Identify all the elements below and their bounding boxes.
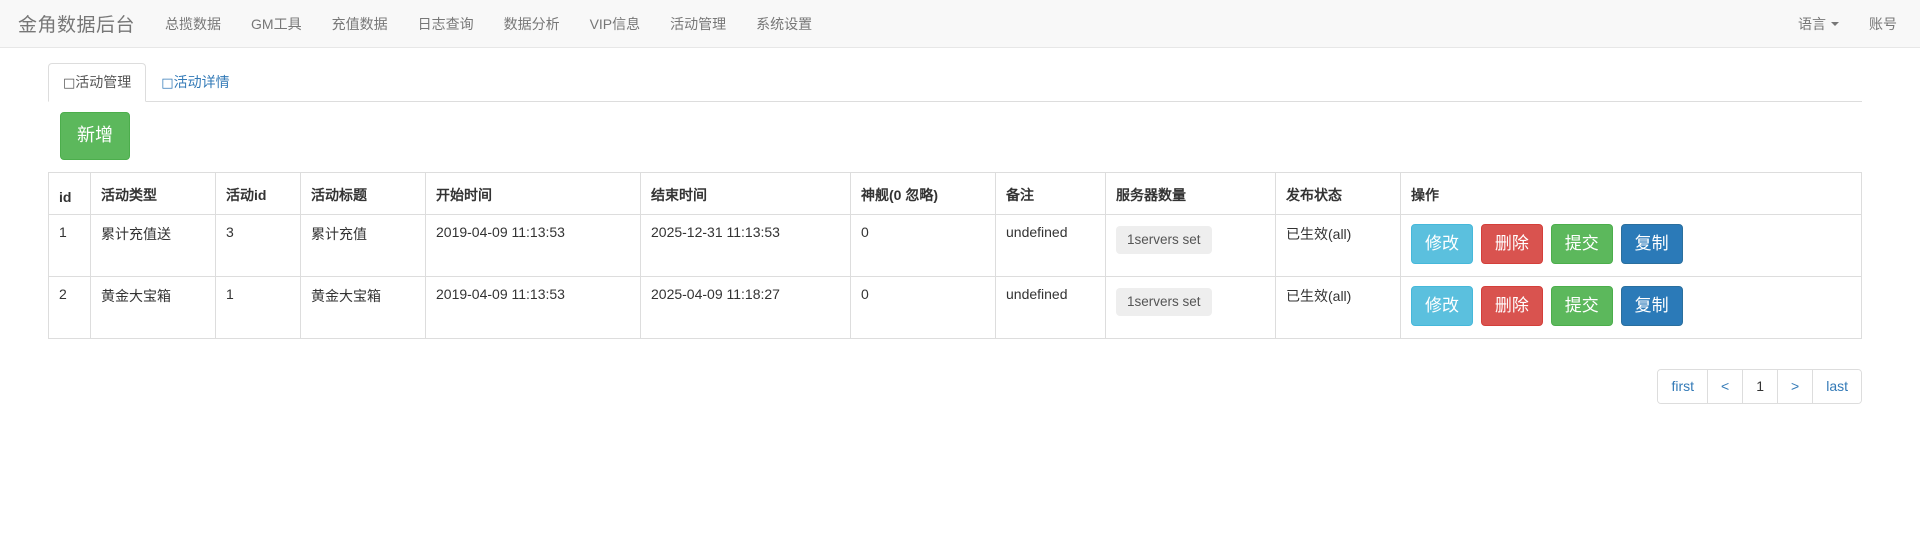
cell-publish-status: 已生效(all) [1275,275,1401,339]
nav-item-overview[interactable]: 总揽数据 [150,0,236,47]
activity-table: id 活动类型 活动id 活动标题 开始时间 结束时间 神舰(0 忽略) 备注 … [48,171,1862,339]
cell-id: 2 [48,275,91,339]
server-count-badge[interactable]: 1servers set [1116,225,1212,254]
page-next-button[interactable]: > [1778,369,1814,404]
header-server-count: 服务器数量 [1105,171,1276,215]
header-activity-id: 活动id [215,171,301,215]
header-start-time: 开始时间 [425,171,641,215]
chevron-down-icon [1831,21,1839,26]
app-brand[interactable]: 金角数据后台 [0,0,150,47]
tab-activity-detail[interactable]: □活动详情 [146,63,244,102]
page-body: □活动管理 □活动详情 新增 id 活动类型 活动id 活动标题 开始时间 结束… [0,62,1920,405]
nav-item-activity[interactable]: 活动管理 [655,0,741,47]
header-id: id [48,171,91,215]
pagination-row: first < 1 > last [48,368,1862,405]
cell-start-time: 2019-04-09 11:13:53 [425,275,641,339]
table-header-row: id 活动类型 活动id 活动标题 开始时间 结束时间 神舰(0 忽略) 备注 … [48,171,1862,215]
nav-item-analytics[interactable]: 数据分析 [489,0,575,47]
cell-activity-id: 1 [215,275,301,339]
table-row: 2 黄金大宝箱 1 黄金大宝箱 2019-04-09 11:13:53 2025… [48,275,1862,339]
cell-publish-status: 已生效(all) [1275,213,1401,277]
nav-item-vip[interactable]: VIP信息 [575,0,656,47]
language-label: 语言 [1798,15,1826,32]
cell-end-time: 2025-04-09 11:18:27 [640,275,851,339]
edit-button[interactable]: 修改 [1411,285,1473,326]
cell-ship: 0 [850,213,996,277]
tab-activity-management[interactable]: □活动管理 [48,62,147,102]
cell-title: 累计充值 [300,213,426,277]
edit-button[interactable]: 修改 [1411,223,1473,264]
add-new-button[interactable]: 新增 [60,112,130,160]
nav-item-gm-tools[interactable]: GM工具 [236,0,317,47]
cell-title: 黄金大宝箱 [300,275,426,339]
cell-server-count: 1servers set [1105,275,1276,339]
nav-item-settings[interactable]: 系统设置 [741,0,827,47]
page-first-button[interactable]: first [1658,369,1709,404]
cell-server-count: 1servers set [1105,213,1276,277]
tab-glyph-icon: □ [63,75,76,91]
delete-button[interactable]: 删除 [1480,285,1543,326]
tab-label: 活动管理 [75,73,132,90]
top-navbar: 金角数据后台 总揽数据 GM工具 充值数据 日志查询 数据分析 VIP信息 活动… [0,0,1920,48]
cell-start-time: 2019-04-09 11:13:53 [425,213,641,277]
main-nav: 总揽数据 GM工具 充值数据 日志查询 数据分析 VIP信息 活动管理 系统设置 [150,0,827,47]
header-type: 活动类型 [90,171,216,215]
cell-type: 黄金大宝箱 [90,275,216,339]
header-ship: 神舰(0 忽略) [850,171,996,215]
table-head: id 活动类型 活动id 活动标题 开始时间 结束时间 神舰(0 忽略) 备注 … [48,171,1862,215]
cell-remark: undefined [995,275,1106,339]
table-toolbar: 新增 [60,112,1920,160]
cell-operations: 修改 删除 提交 复制 [1400,213,1862,277]
account-menu[interactable]: 账号 [1854,0,1912,47]
copy-button[interactable]: 复制 [1620,223,1683,264]
page-prev-button[interactable]: < [1708,369,1744,404]
header-title: 活动标题 [300,171,426,215]
submit-button[interactable]: 提交 [1550,285,1613,326]
pagination: first < 1 > last [1657,368,1862,405]
tab-glyph-icon: □ [161,75,174,91]
tab-label: 活动详情 [173,73,230,90]
table-body: 1 累计充值送 3 累计充值 2019-04-09 11:13:53 2025-… [48,213,1862,339]
cell-type: 累计充值送 [90,213,216,277]
language-dropdown[interactable]: 语言 [1783,0,1854,47]
cell-id: 1 [48,213,91,277]
server-count-badge[interactable]: 1servers set [1116,287,1212,316]
nav-item-recharge[interactable]: 充值数据 [317,0,403,47]
page-last-button[interactable]: last [1813,369,1861,404]
cell-ship: 0 [850,275,996,339]
header-remark: 备注 [995,171,1106,215]
activity-table-container: id 活动类型 活动id 活动标题 开始时间 结束时间 神舰(0 忽略) 备注 … [48,171,1862,339]
copy-button[interactable]: 复制 [1620,285,1683,326]
page-number-1[interactable]: 1 [1743,369,1779,404]
cell-remark: undefined [995,213,1106,277]
cell-end-time: 2025-12-31 11:13:53 [640,213,851,277]
table-row: 1 累计充值送 3 累计充值 2019-04-09 11:13:53 2025-… [48,213,1862,277]
delete-button[interactable]: 删除 [1480,223,1543,264]
header-operations: 操作 [1400,171,1862,215]
header-publish-status: 发布状态 [1275,171,1401,215]
submit-button[interactable]: 提交 [1550,223,1613,264]
cell-activity-id: 3 [215,213,301,277]
header-end-time: 结束时间 [640,171,851,215]
nav-item-logs[interactable]: 日志查询 [403,0,489,47]
tab-bar: □活动管理 □活动详情 [48,62,1862,102]
cell-operations: 修改 删除 提交 复制 [1400,275,1862,339]
navbar-right: 语言 账号 [1783,0,1920,47]
